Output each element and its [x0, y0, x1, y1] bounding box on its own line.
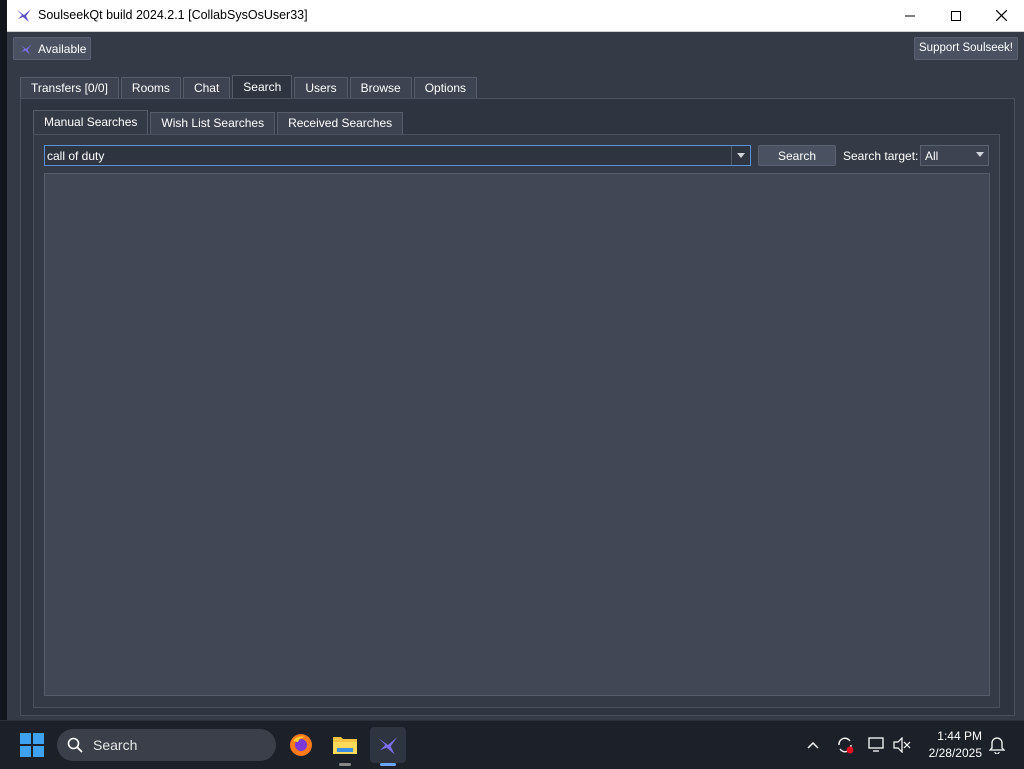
tab-users[interactable]: Users	[294, 77, 348, 98]
file-explorer-icon	[333, 737, 357, 754]
app-window: SoulseekQt build 2024.2.1 [CollabSysOsUs…	[7, 0, 1024, 720]
volume-muted-icon	[893, 737, 911, 753]
firefox-icon	[290, 734, 312, 756]
minimize-icon	[905, 15, 915, 16]
close-button[interactable]	[978, 0, 1024, 31]
tray-sync-status[interactable]	[835, 735, 855, 755]
tray-overflow-button[interactable]	[803, 735, 823, 755]
running-indicator	[339, 763, 351, 766]
window-title: SoulseekQt build 2024.2.1 [CollabSysOsUs…	[38, 8, 308, 22]
search-results-area[interactable]	[44, 173, 990, 696]
taskbar-soulseek[interactable]	[370, 727, 406, 766]
tray-volume[interactable]	[892, 735, 912, 755]
clock-date: 2/28/2025	[928, 746, 982, 760]
search-panel: Manual Searches Wish List Searches Recei…	[20, 98, 1015, 716]
status-button[interactable]: Available	[13, 37, 91, 60]
status-label: Available	[38, 41, 87, 56]
search-history-dropdown[interactable]	[731, 146, 750, 165]
taskbar: Search 1:44 PM 2/28/2025	[0, 720, 1024, 769]
maximize-button[interactable]	[933, 0, 979, 31]
sync-alert-icon	[838, 737, 854, 754]
tab-transfers[interactable]: Transfers [0/0]	[20, 77, 119, 98]
search-button[interactable]: Search	[758, 145, 836, 166]
support-soulseek-button[interactable]: Support Soulseek!	[914, 37, 1018, 60]
soulseek-bird-icon	[20, 43, 32, 54]
tray-network[interactable]	[867, 735, 887, 755]
tab-wish-list-searches[interactable]: Wish List Searches	[150, 112, 276, 134]
tab-received-searches[interactable]: Received Searches	[277, 112, 404, 134]
close-icon	[995, 10, 1007, 21]
windows-start-icon[interactable]	[20, 733, 44, 757]
taskbar-search-label: Search	[93, 737, 138, 753]
chevron-up-icon	[807, 741, 819, 749]
taskbar-firefox[interactable]	[283, 727, 319, 763]
active-indicator	[380, 763, 396, 766]
search-target-label: Search target:	[843, 149, 919, 163]
tab-browse[interactable]: Browse	[349, 77, 412, 98]
tab-rooms[interactable]: Rooms	[120, 77, 181, 98]
title-bar: SoulseekQt build 2024.2.1 [CollabSysOsUs…	[7, 0, 1024, 32]
bell-icon	[989, 737, 1005, 754]
taskbar-search-box[interactable]: Search	[57, 729, 276, 761]
toolbar: Available Support Soulseek!	[7, 32, 1024, 64]
taskbar-file-explorer[interactable]	[327, 727, 363, 766]
soulseek-bird-icon	[17, 9, 31, 22]
desktop-edge	[0, 0, 7, 720]
search-target-value: All	[925, 149, 939, 163]
notifications-button[interactable]	[987, 735, 1007, 755]
search-target-select[interactable]: All	[920, 145, 989, 166]
maximize-icon	[951, 10, 961, 21]
search-query-combobox[interactable]	[44, 145, 751, 166]
search-icon	[67, 737, 83, 753]
manual-searches-pane: Search Search target: All	[33, 134, 1000, 708]
main-tab-bar: Transfers [0/0] Rooms Chat Search Users …	[20, 75, 479, 98]
search-input[interactable]	[47, 147, 727, 164]
taskbar-clock[interactable]: 1:44 PM 2/28/2025	[918, 728, 982, 762]
tab-manual-searches[interactable]: Manual Searches	[33, 110, 149, 134]
clock-time: 1:44 PM	[937, 729, 982, 743]
search-sub-tab-bar: Manual Searches Wish List Searches Recei…	[33, 110, 405, 134]
tab-options[interactable]: Options	[413, 77, 478, 98]
chevron-down-icon	[737, 153, 745, 158]
chevron-down-icon	[976, 152, 984, 157]
tab-search[interactable]: Search	[232, 75, 293, 98]
minimize-button[interactable]	[887, 0, 933, 31]
tab-chat[interactable]: Chat	[182, 77, 231, 98]
soulseek-icon	[378, 737, 398, 755]
network-icon	[868, 737, 884, 752]
